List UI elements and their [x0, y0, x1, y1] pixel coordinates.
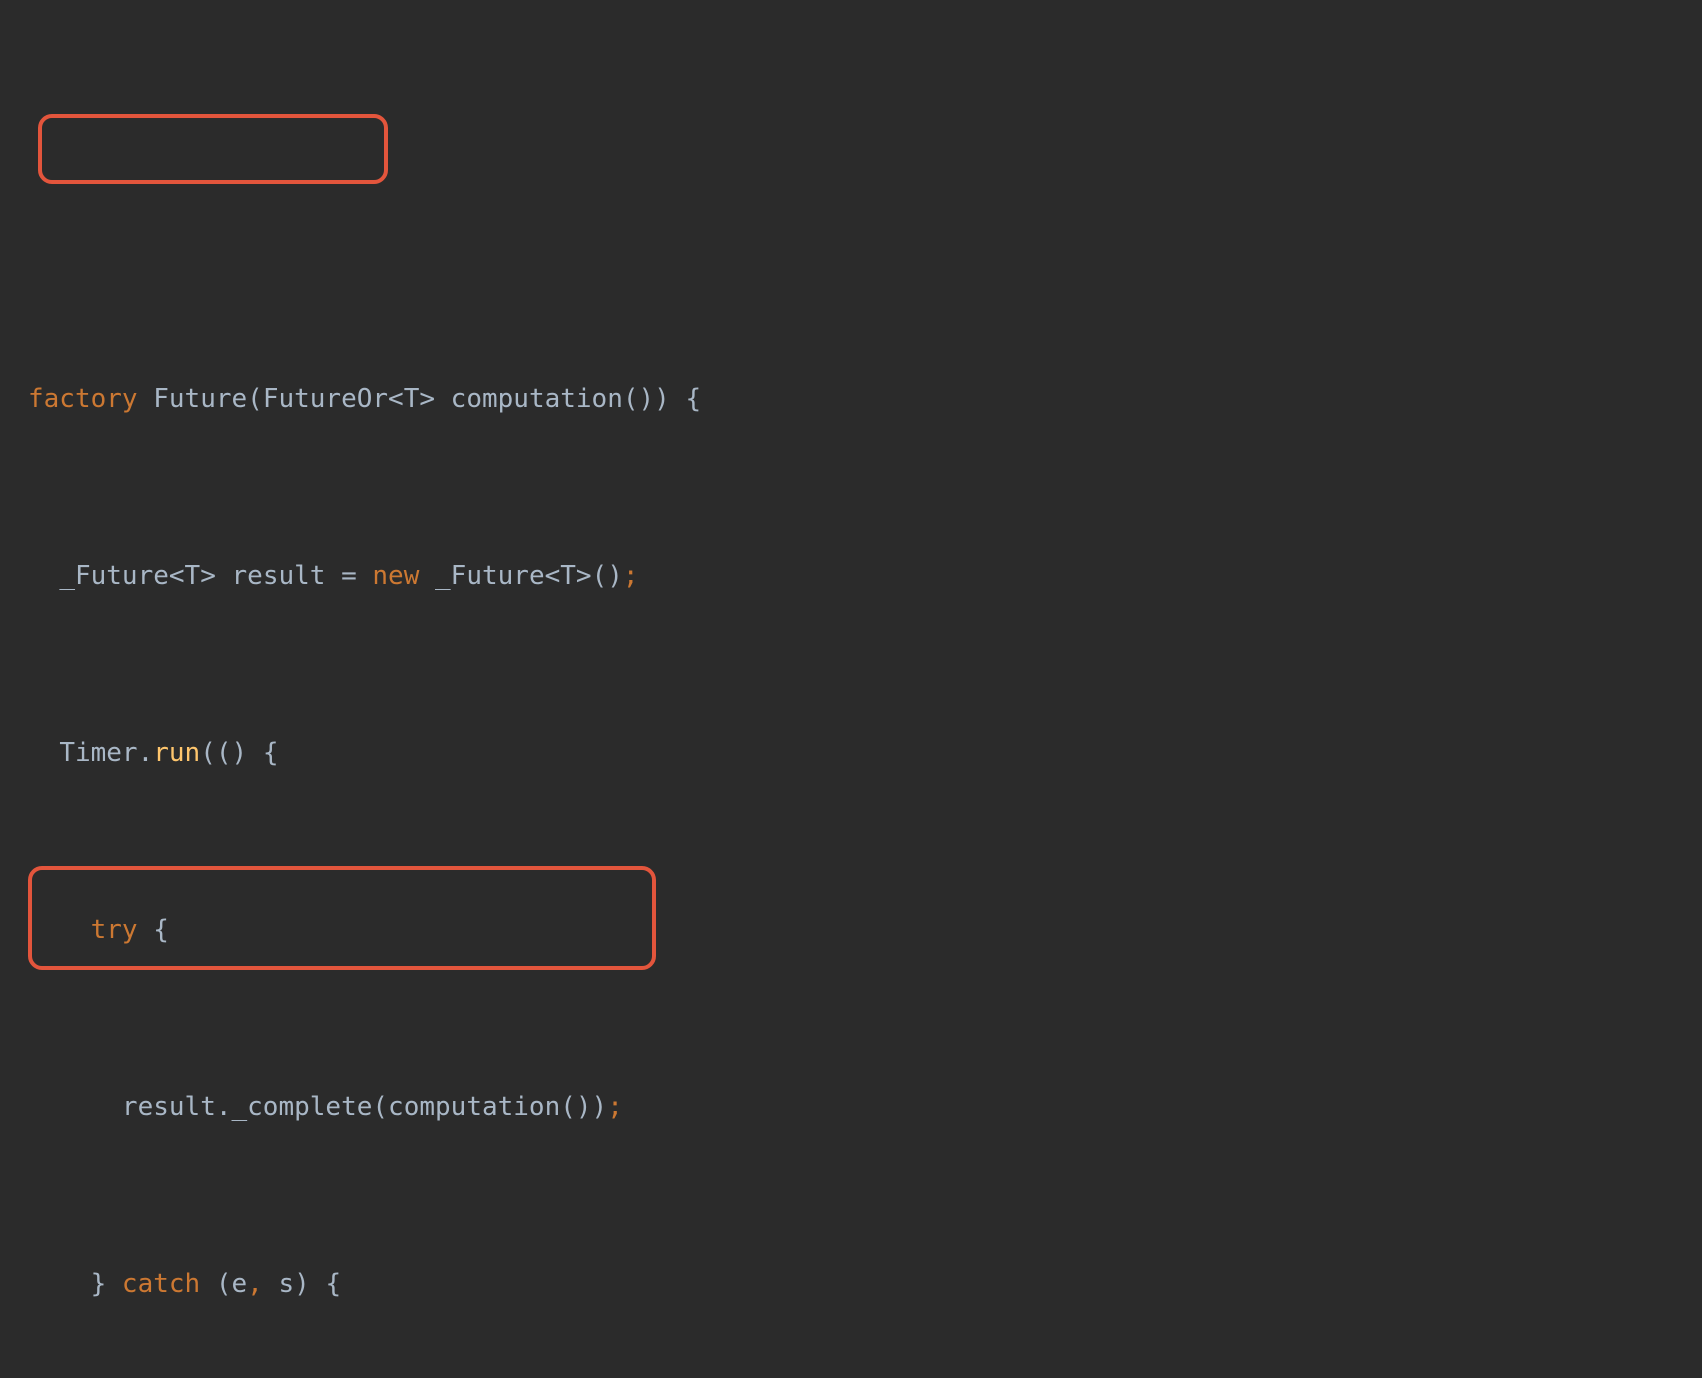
- code-text: [263, 1269, 279, 1299]
- code-text: ) {: [294, 1269, 341, 1299]
- code-text: ()) {: [623, 384, 701, 414]
- code-line[interactable]: try {: [28, 901, 1702, 960]
- code-text: <: [388, 384, 404, 414]
- var-s: s: [278, 1269, 294, 1299]
- code-line[interactable]: result._complete(computation());: [28, 1078, 1702, 1137]
- annotation-box-1: [38, 114, 388, 184]
- code-text: <: [545, 561, 561, 591]
- code-text: ;: [623, 561, 639, 591]
- code-text: >: [200, 561, 231, 591]
- code-text: [28, 1092, 122, 1122]
- type-Timer: Timer: [59, 738, 137, 768]
- code-line[interactable]: } catch (e, s) {: [28, 1255, 1702, 1314]
- code-text: >: [419, 384, 450, 414]
- code-editor[interactable]: factory Future(FutureOr<T> computation()…: [0, 0, 1702, 1378]
- type-Future: Future: [153, 384, 247, 414]
- keyword-factory: factory: [28, 384, 138, 414]
- code-text: [28, 561, 59, 591]
- type-FutureOr: FutureOr: [263, 384, 388, 414]
- code-text: (: [247, 384, 263, 414]
- code-line[interactable]: Timer.run(() {: [28, 724, 1702, 783]
- param-computation: computation: [451, 384, 623, 414]
- code-line[interactable]: factory Future(FutureOr<T> computation()…: [28, 370, 1702, 429]
- code-text: ()): [560, 1092, 607, 1122]
- code-text: (() {: [200, 738, 278, 768]
- code-text: (: [200, 1269, 231, 1299]
- code-text: ;: [607, 1092, 623, 1122]
- method-_complete: _complete: [232, 1092, 373, 1122]
- code-text: [28, 738, 59, 768]
- code-text: }: [28, 1269, 122, 1299]
- keyword-catch: catch: [122, 1269, 200, 1299]
- code-text: >(): [576, 561, 623, 591]
- code-text: (: [372, 1092, 388, 1122]
- code-text: [28, 915, 91, 945]
- code-text: [138, 384, 154, 414]
- var-result: result: [122, 1092, 216, 1122]
- type-T: T: [185, 561, 201, 591]
- code-text: .: [138, 738, 154, 768]
- code-text: .: [216, 1092, 232, 1122]
- code-line[interactable]: _Future<T> result = new _Future<T>();: [28, 547, 1702, 606]
- code-text: =: [325, 561, 372, 591]
- var-result: result: [232, 561, 326, 591]
- keyword-new: new: [372, 561, 419, 591]
- type-_Future: _Future: [435, 561, 545, 591]
- type-_Future: _Future: [59, 561, 169, 591]
- type-T: T: [404, 384, 420, 414]
- code-text: [419, 561, 435, 591]
- code-text: <: [169, 561, 185, 591]
- var-e: e: [232, 1269, 248, 1299]
- keyword-try: try: [91, 915, 138, 945]
- call-computation: computation: [388, 1092, 560, 1122]
- code-text: {: [138, 915, 169, 945]
- method-run: run: [153, 738, 200, 768]
- code-text: ,: [247, 1269, 263, 1299]
- type-T: T: [560, 561, 576, 591]
